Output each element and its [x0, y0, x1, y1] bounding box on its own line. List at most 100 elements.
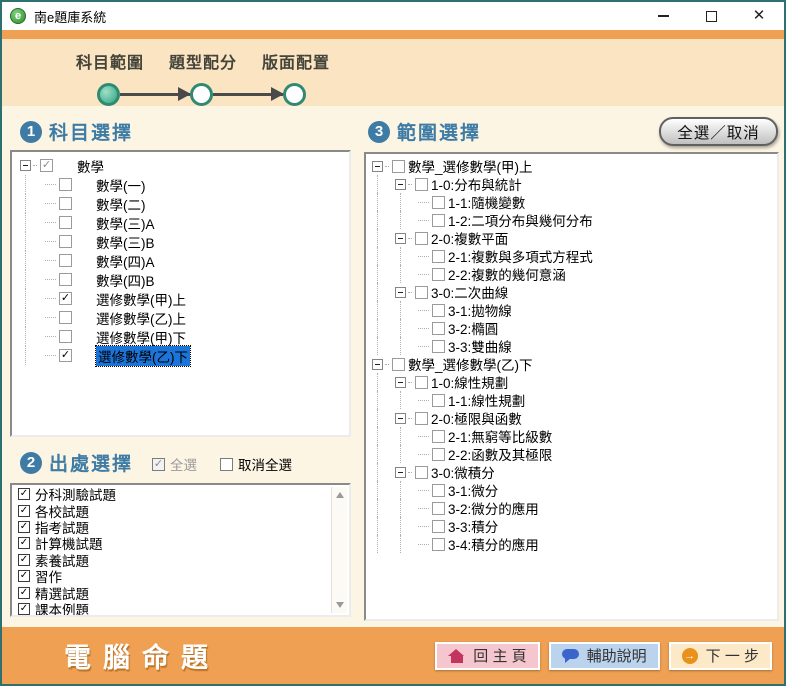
tree-item[interactable]: 3-0:微積分 — [366, 463, 777, 481]
tree-item-label[interactable]: 數學_選修數學(乙)下 — [408, 354, 533, 374]
tree-item-label[interactable]: 數學(四)B — [96, 270, 155, 290]
collapse-icon[interactable] — [395, 287, 406, 298]
tree-item[interactable]: 數學_選修數學(甲)上 — [366, 157, 777, 175]
tree-item[interactable]: 數學(二) — [12, 194, 349, 213]
tree-item-label[interactable]: 選修數學(乙)上 — [96, 308, 186, 328]
checkbox[interactable] — [59, 178, 72, 191]
maximize-button[interactable] — [704, 9, 718, 23]
tree-item[interactable]: 2-1:無窮等比級數 — [366, 427, 777, 445]
next-step-button[interactable]: → 下 一 步 — [669, 642, 772, 670]
tree-item[interactable]: 2-0:複數平面 — [366, 229, 777, 247]
checkbox[interactable]: ✓ — [18, 505, 30, 517]
tree-item-label[interactable]: 1-1:線性規劃 — [448, 390, 525, 410]
tree-item-label[interactable]: 1-1:隨機變數 — [448, 192, 525, 212]
collapse-icon[interactable] — [372, 359, 383, 370]
checkbox[interactable] — [432, 394, 445, 407]
tree-item[interactable]: ✓數學 — [12, 156, 349, 175]
tree-item[interactable]: 2-2:複數的幾何意涵 — [366, 265, 777, 283]
tree-item-label[interactable]: 數學(四)A — [96, 251, 155, 271]
tree-item-label[interactable]: 2-1:複數與多項式方程式 — [448, 246, 593, 266]
tree-item[interactable]: 數學(四)B — [12, 270, 349, 289]
tree-item-label[interactable]: 1-0:線性規劃 — [431, 372, 508, 392]
checkbox[interactable] — [59, 235, 72, 248]
checkbox[interactable] — [432, 268, 445, 281]
checkbox[interactable] — [59, 311, 72, 324]
help-button[interactable]: 輔助說明 — [549, 642, 660, 670]
checkbox[interactable] — [415, 286, 428, 299]
tree-item-label[interactable]: 2-1:無窮等比級數 — [448, 426, 552, 446]
scrollbar-down-arrow[interactable] — [332, 597, 347, 613]
checkbox[interactable] — [59, 330, 72, 343]
tree-item-label[interactable]: 3-2:微分的應用 — [448, 498, 539, 518]
tree-item-label[interactable]: 數學(三)B — [96, 232, 155, 252]
checkbox[interactable] — [432, 448, 445, 461]
checkbox[interactable] — [432, 520, 445, 533]
tree-item[interactable]: 3-2:橢圓 — [366, 319, 777, 337]
checkbox[interactable] — [415, 412, 428, 425]
tree-item[interactable]: 1-1:隨機變數 — [366, 193, 777, 211]
checkbox[interactable]: ✓ — [18, 488, 30, 500]
tree-item[interactable]: 3-1:微分 — [366, 481, 777, 499]
checkbox[interactable] — [59, 216, 72, 229]
tree-item-label[interactable]: 2-0:複數平面 — [431, 228, 508, 248]
tree-item[interactable]: 選修數學(乙)上 — [12, 308, 349, 327]
tree-item-label[interactable]: 數學(三)A — [96, 213, 155, 233]
scrollbar-up-arrow[interactable] — [332, 487, 347, 503]
tree-item[interactable]: 1-0:分布與統計 — [366, 175, 777, 193]
tree-item-label[interactable]: 3-4:積分的應用 — [448, 534, 539, 554]
tree-item[interactable]: 3-2:微分的應用 — [366, 499, 777, 517]
checkbox[interactable]: ✓ — [18, 537, 30, 549]
minimize-button[interactable] — [656, 9, 670, 23]
tree-item-label[interactable]: 1-2:二項分布與幾何分布 — [448, 210, 593, 230]
tree-item[interactable]: 3-1:拋物線 — [366, 301, 777, 319]
tree-item-label[interactable]: 3-3:雙曲線 — [448, 336, 512, 356]
tree-item-label[interactable]: 數學_選修數學(甲)上 — [408, 156, 533, 176]
checkbox[interactable] — [432, 430, 445, 443]
home-button[interactable]: 回 主 頁 — [435, 642, 539, 670]
checkbox[interactable] — [432, 502, 445, 515]
tree-item[interactable]: 數學(三)B — [12, 232, 349, 251]
checkbox[interactable]: ✓ — [18, 521, 30, 533]
checkbox[interactable] — [432, 250, 445, 263]
checkbox[interactable] — [415, 232, 428, 245]
tree-item[interactable]: 2-1:複數與多項式方程式 — [366, 247, 777, 265]
checkbox[interactable] — [432, 484, 445, 497]
select-all-toggle-button[interactable]: 全選／取消 — [659, 117, 778, 146]
checkbox[interactable]: ✓ — [18, 570, 30, 582]
checkbox[interactable]: ✓ — [18, 587, 30, 599]
checkbox[interactable] — [59, 197, 72, 210]
checkbox[interactable]: ✓ — [40, 159, 53, 172]
collapse-icon[interactable] — [395, 377, 406, 388]
checkbox[interactable] — [432, 340, 445, 353]
tree-item[interactable]: ✓ 選修數學(甲)上 — [12, 289, 349, 308]
tree-item[interactable]: 選修數學(甲)下 — [12, 327, 349, 346]
tree-item-label[interactable]: 數學(二) — [96, 194, 146, 214]
tree-item-label[interactable]: 3-0:二次曲線 — [431, 282, 508, 302]
checkbox[interactable] — [415, 178, 428, 191]
tree-item-label[interactable]: 3-1:微分 — [448, 480, 498, 500]
checkbox[interactable]: ✓ — [18, 603, 30, 615]
checkbox[interactable] — [432, 322, 445, 335]
source-list-item[interactable]: ✓課本例題 — [14, 601, 330, 615]
tree-item-label[interactable]: 2-2:複數的幾何意涵 — [448, 264, 566, 284]
tree-item-label[interactable]: 3-3:積分 — [448, 516, 498, 536]
collapse-icon[interactable] — [395, 467, 406, 478]
tree-item[interactable]: 1-2:二項分布與幾何分布 — [366, 211, 777, 229]
checkbox[interactable] — [59, 273, 72, 286]
checkbox[interactable] — [432, 304, 445, 317]
tree-item-label[interactable]: 選修數學(甲)上 — [96, 289, 186, 309]
tree-item[interactable]: 3-3:積分 — [366, 517, 777, 535]
collapse-icon[interactable] — [395, 233, 406, 244]
tree-item-label[interactable]: 2-2:函數及其極限 — [448, 444, 552, 464]
checkbox[interactable]: ✓ — [59, 292, 72, 305]
tree-item[interactable]: 2-0:極限與函數 — [366, 409, 777, 427]
collapse-icon[interactable] — [395, 179, 406, 190]
select-all-checkbox[interactable]: ✓ 全選 — [152, 454, 197, 474]
tree-item[interactable]: 數學(四)A — [12, 251, 349, 270]
tree-item[interactable]: ✓選修數學(乙)下 — [12, 346, 349, 365]
tree-item-label[interactable]: 1-0:分布與統計 — [431, 174, 522, 194]
tree-item-label[interactable]: 2-0:極限與函數 — [431, 408, 522, 428]
tree-item-label[interactable]: 3-2:橢圓 — [448, 318, 498, 338]
source-list-scrollbar[interactable] — [331, 487, 347, 613]
collapse-icon[interactable] — [395, 413, 406, 424]
